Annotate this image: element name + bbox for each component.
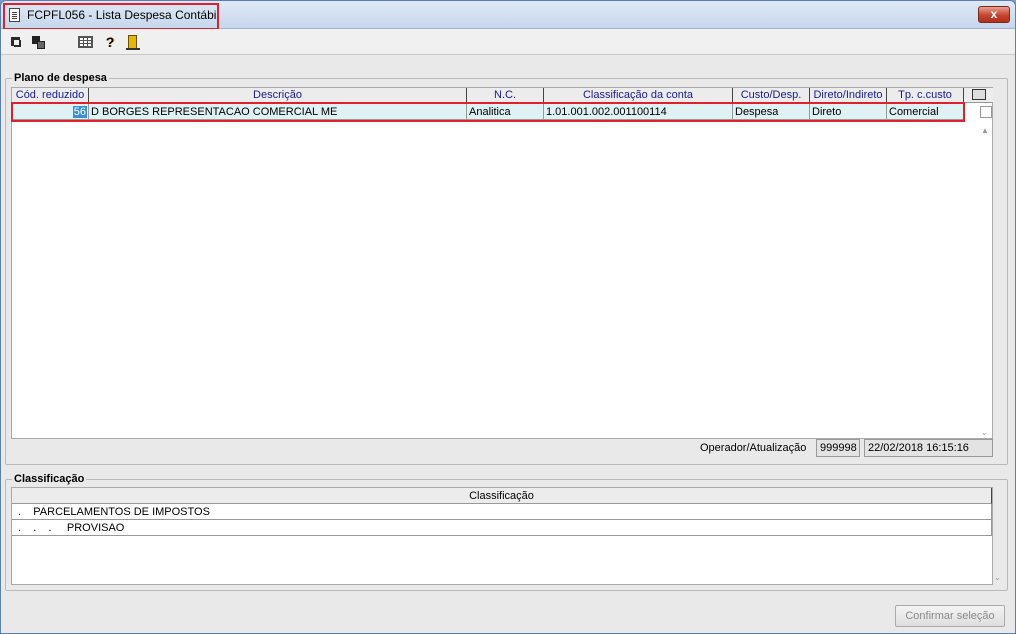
plano-grid: Cód. reduzido Descrição N.C. Classificaç… <box>11 87 993 439</box>
plano-title: Plano de despesa <box>12 72 109 84</box>
exit-icon[interactable] <box>125 34 141 50</box>
copy-icon[interactable] <box>31 34 47 50</box>
column-chooser[interactable] <box>964 88 993 103</box>
app-window: FCPFL056 - Lista Despesa Contábil x ? Pl… <box>0 0 1016 634</box>
scroll-down-icon[interactable]: ⌄ <box>981 429 988 437</box>
classificacao-title: Classificação <box>12 473 87 485</box>
column-chooser-icon[interactable] <box>972 89 986 100</box>
list-item[interactable]: . . . PROVISAO <box>12 520 992 536</box>
col-classificacao[interactable]: Classificação da conta <box>544 88 733 103</box>
grid-icon[interactable] <box>78 34 94 50</box>
col-direto[interactable]: Direto/Indireto <box>810 88 887 103</box>
col-cod-reduzido[interactable]: Cód. reduzido <box>12 88 89 103</box>
row-checkbox[interactable] <box>980 106 992 118</box>
scroll-down-icon[interactable]: ⌄ <box>994 573 1001 582</box>
close-button[interactable]: x <box>978 6 1010 23</box>
plano-scrollbar[interactable]: ▲ ⌄ <box>976 104 993 438</box>
list-item[interactable]: . PARCELAMENTOS DE IMPOSTOS <box>12 504 992 520</box>
col-nc[interactable]: N.C. <box>467 88 544 103</box>
updated-value: 22/02/2018 16:15:16 <box>864 439 993 457</box>
title-highlight <box>3 3 219 30</box>
col-classificacao-tree[interactable]: Classificação <box>12 488 992 504</box>
col-custo[interactable]: Custo/Desp. <box>733 88 810 103</box>
col-descricao[interactable]: Descrição <box>89 88 467 103</box>
select-icon[interactable] <box>9 34 25 50</box>
toolbar: ? <box>1 29 1015 55</box>
operator-label: Operador/Atualização <box>700 442 807 454</box>
scroll-up-icon[interactable]: ▲ <box>981 127 989 135</box>
selected-row-highlight <box>11 102 965 122</box>
confirm-selection-button[interactable]: Confirmar seleção <box>895 605 1005 627</box>
help-icon[interactable]: ? <box>102 34 118 50</box>
classificacao-grid: Classificação . PARCELAMENTOS DE IMPOSTO… <box>11 487 1001 585</box>
col-tp-custo[interactable]: Tp. c.custo <box>887 88 964 103</box>
operator-value: 999998 <box>816 439 860 457</box>
